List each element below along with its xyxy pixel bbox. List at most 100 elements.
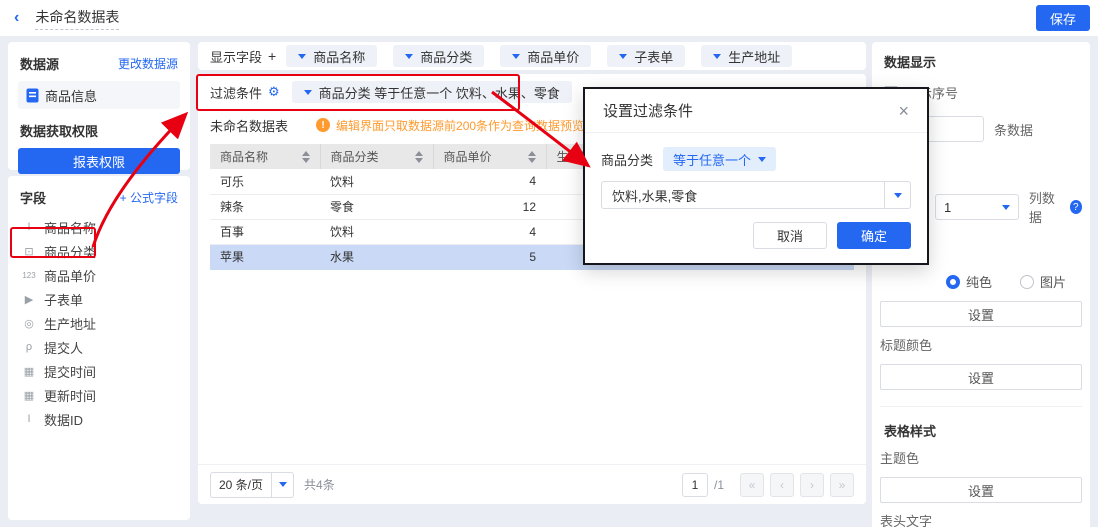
chevron-down-icon (1002, 205, 1010, 210)
filter-condition-chip[interactable]: 商品分类 等于任意一个 饮料、水果、零食 (292, 81, 572, 103)
datasource-panel: 数据源 更改数据源 商品信息 数据获取权限 报表权限 (8, 42, 190, 170)
page-title[interactable]: 未命名数据表 (35, 7, 119, 30)
field-item[interactable]: I数据ID (8, 407, 190, 431)
add-formula-field-link[interactable]: + 公式字段 (120, 189, 178, 206)
table-title: 未命名数据表 (210, 116, 288, 135)
table-cell: 可乐 (210, 169, 320, 194)
subform-field-icon: ▶ (20, 293, 38, 306)
table-cell: 5 (433, 244, 546, 269)
field-item[interactable]: ⊡ 商品分类 (8, 239, 190, 263)
filter-value-input[interactable]: 饮料,水果,零食 (601, 181, 911, 209)
top-bar: ‹ 未命名数据表 保存 (0, 0, 1098, 36)
sort-icon[interactable] (302, 151, 310, 163)
first-page-button[interactable]: « (740, 473, 764, 497)
last-page-button[interactable]: » (830, 473, 854, 497)
next-page-button[interactable]: › (800, 473, 824, 497)
help-icon[interactable]: ? (1070, 200, 1082, 214)
gear-icon[interactable]: ⚙ (268, 84, 280, 100)
field-item-label: 提交人 (44, 338, 83, 357)
save-button[interactable]: 保存 (1036, 5, 1090, 31)
column-header[interactable]: 商品名称 (210, 144, 320, 169)
current-page-input[interactable]: 1 (682, 473, 708, 497)
first-page-icon: « (749, 478, 756, 492)
text-field-icon: I (20, 221, 38, 233)
report-permission-button[interactable]: 报表权限 (18, 148, 180, 174)
calendar-field-icon: ▦ (20, 365, 38, 378)
filter-settings-modal: 设置过滤条件 × 商品分类 等于任意一个 饮料,水果,零食 取消 确定 (583, 87, 929, 265)
change-datasource-link[interactable]: 更改数据源 (118, 55, 178, 72)
chevron-down-icon (619, 54, 627, 59)
chevron-down-icon (713, 54, 721, 59)
page-size-dropdown[interactable] (271, 472, 293, 498)
divider (880, 406, 1082, 407)
field-item[interactable]: ▦更新时间 (8, 383, 190, 407)
solid-color-radio[interactable]: 纯色 (946, 272, 992, 291)
text-field-icon: I (20, 413, 38, 425)
image-radio[interactable]: 图片 (1020, 272, 1066, 291)
field-item-label: 子表单 (44, 290, 83, 309)
display-field-chip[interactable]: 商品分类 (393, 45, 484, 67)
prev-page-button[interactable]: ‹ (770, 473, 794, 497)
column-header-label: 商品分类 (331, 148, 379, 165)
cancel-button[interactable]: 取消 (753, 222, 827, 249)
display-fields-bar: 显示字段 + 商品名称商品分类商品单价子表单生产地址 (198, 42, 866, 70)
display-field-chip-label: 商品分类 (420, 47, 472, 66)
calendar-field-icon: ▦ (20, 389, 38, 402)
select-field-icon: ⊡ (20, 245, 38, 258)
display-field-chip[interactable]: 商品单价 (500, 45, 591, 67)
display-field-chips: 商品名称 商品分类 商品单价 子表单生产地址 (286, 45, 808, 67)
theme-color-set-button[interactable]: 设置 (880, 477, 1082, 503)
chevron-down-icon (304, 90, 312, 95)
display-field-chip[interactable]: 子表单 (607, 45, 685, 67)
column-header-label: 商品单价 (444, 148, 492, 165)
field-item-label: 商品分类 (44, 242, 96, 261)
table-cell: 辣条 (210, 194, 320, 219)
person-field-icon: ρ (20, 341, 38, 353)
table-cell: 苹果 (210, 244, 320, 269)
column-header[interactable]: 商品单价 (433, 144, 546, 169)
radio-selected-icon[interactable] (946, 275, 960, 289)
location-field-icon: ◎ (20, 317, 38, 330)
field-item[interactable]: ▶ 子表单 (8, 287, 190, 311)
chevron-down-icon (894, 193, 902, 198)
column-header[interactable]: 商品分类 (320, 144, 433, 169)
field-item[interactable]: ◎生产地址 (8, 311, 190, 335)
radio-unselected-icon[interactable] (1020, 275, 1034, 289)
field-item[interactable]: I 商品名称 (8, 215, 190, 239)
header-text-label: 表头文字 (880, 511, 1078, 527)
background-set-button[interactable]: 设置 (880, 301, 1082, 327)
app-window: ‹ 未命名数据表 保存 数据源 更改数据源 商品信息 数据获取权限 报表权限 字… (0, 0, 1098, 527)
filter-value-dropdown[interactable] (884, 182, 910, 208)
table-cell: 4 (433, 169, 546, 194)
operator-select[interactable]: 等于任意一个 (663, 147, 776, 171)
table-style-label: 表格样式 (884, 421, 1078, 440)
field-item[interactable]: ρ 提交人 (8, 335, 190, 359)
sort-icon[interactable] (415, 151, 423, 163)
sort-icon[interactable] (528, 151, 536, 163)
table-cell: 饮料 (320, 219, 433, 244)
number-field-icon: 123 (20, 271, 38, 280)
display-field-chip[interactable]: 生产地址 (701, 45, 792, 67)
title-color-set-button[interactable]: 设置 (880, 364, 1082, 390)
back-icon[interactable]: ‹ (14, 9, 19, 27)
confirm-button[interactable]: 确定 (837, 222, 911, 249)
datasource-item[interactable]: 商品信息 (18, 81, 180, 109)
field-item[interactable]: ▦提交时间 (8, 359, 190, 383)
total-count-label: 共4条 (304, 476, 335, 493)
display-field-chip[interactable]: 商品名称 (286, 45, 377, 67)
table-cell: 饮料 (320, 169, 433, 194)
display-field-chip-label: 商品单价 (527, 47, 579, 66)
column-header-label: 商品名称 (220, 148, 268, 165)
columns-count-value: 1 (944, 200, 951, 215)
prev-page-icon: ‹ (780, 478, 784, 492)
columns-count-select[interactable]: 1 (935, 194, 1019, 220)
filter-condition-text: 商品分类 等于任意一个 饮料、水果、零食 (319, 83, 560, 102)
close-icon[interactable]: × (898, 102, 909, 120)
chevron-down-icon (512, 54, 520, 59)
field-item[interactable]: 123商品单价 (8, 263, 190, 287)
filter-value-text: 饮料,水果,零食 (602, 186, 884, 205)
add-display-field-icon[interactable]: + (268, 48, 276, 64)
field-item-label: 商品名称 (44, 218, 96, 237)
rows-suffix-label: 条数据 (994, 120, 1033, 139)
page-size-select[interactable]: 20 条/页 (210, 472, 294, 498)
